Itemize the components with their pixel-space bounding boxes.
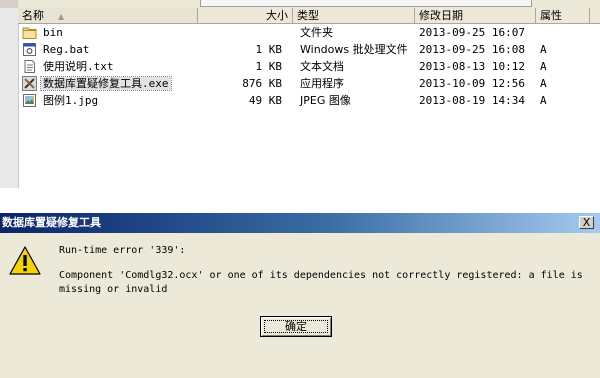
file-name: 使用说明.txt (43, 60, 114, 73)
column-header-modified[interactable]: 修改日期 (415, 8, 536, 23)
column-header-name[interactable]: 名称 ▲ (18, 8, 198, 23)
file-type: 文本文档 (300, 60, 344, 73)
file-modified: 2013-09-25 16:07 (419, 26, 525, 39)
ok-button-label: 确定 (285, 320, 307, 333)
file-attr: A (540, 94, 547, 107)
file-attr: A (540, 43, 547, 56)
file-size: 1 KB (255, 43, 283, 56)
dialog-title: 数据库置疑修复工具 (2, 216, 101, 229)
folder-icon (22, 27, 37, 39)
column-header-type[interactable]: 类型 (293, 8, 415, 23)
error-code-text: Run-time error '339': (59, 245, 186, 256)
file-row-repair-tool-exe[interactable]: 数据库置疑修复工具.exe 876 KB 应用程序 2013-10-09 12:… (18, 75, 600, 92)
file-name: Reg.bat (43, 43, 90, 56)
close-icon: X (582, 216, 591, 229)
error-dialog: 数据库置疑修复工具 X Run-time error '339': Compon… (0, 213, 600, 378)
address-bar-fragment (200, 0, 532, 7)
left-pane-edge (0, 8, 19, 188)
file-modified: 2013-08-13 10:12 (419, 60, 525, 73)
image-file-icon (23, 94, 36, 107)
text-file-icon (24, 60, 35, 73)
file-name-cell: 图例1.jpg (22, 92, 100, 109)
window-left-edge (0, 0, 18, 8)
ok-button[interactable]: 确定 (260, 316, 332, 337)
close-button[interactable]: X (579, 216, 594, 229)
file-row-readme-txt[interactable]: 使用说明.txt 1 KB 文本文档 2013-08-13 10:12 A (18, 58, 600, 75)
column-type-label: 类型 (297, 9, 319, 22)
file-name-cell: 数据库置疑修复工具.exe (22, 75, 172, 92)
column-header-attr[interactable]: 属性 (536, 8, 590, 23)
column-header: 名称 ▲ 大小 类型 修改日期 属性 (18, 8, 600, 24)
file-row-reg-bat[interactable]: Reg.bat 1 KB Windows 批处理文件 2013-09-25 16… (18, 41, 600, 58)
file-list-view: 名称 ▲ 大小 类型 修改日期 属性 bin 文件夹 2013-09-25 16… (0, 8, 600, 213)
file-name-cell: 使用说明.txt (22, 58, 116, 75)
dialog-titlebar[interactable]: 数据库置疑修复工具 X (0, 213, 600, 233)
error-detail-text: Component 'Comdlg32.ocx' or one of its d… (59, 270, 583, 295)
file-name: 图例1.jpg (43, 94, 99, 107)
file-row-image-jpg[interactable]: 图例1.jpg 49 KB JPEG 图像 2013-08-19 14:34 A (18, 92, 600, 109)
dialog-body: Run-time error '339': Component 'Comdlg3… (0, 233, 600, 378)
file-name-cell: Reg.bat (22, 41, 91, 58)
warning-icon (9, 246, 41, 275)
file-row-bin[interactable]: bin 文件夹 2013-09-25 16:07 (18, 24, 600, 41)
file-name-cell: bin (22, 24, 65, 41)
file-modified: 2013-10-09 12:56 (419, 77, 525, 90)
file-size: 49 KB (248, 94, 282, 107)
file-name: bin (43, 26, 63, 39)
file-size: 1 KB (255, 60, 283, 73)
tool-app-icon (22, 76, 37, 91)
column-modified-label: 修改日期 (419, 9, 463, 22)
file-type: JPEG 图像 (300, 94, 351, 107)
file-modified: 2013-09-25 16:08 (419, 43, 525, 56)
column-attr-label: 属性 (540, 9, 562, 22)
file-modified: 2013-08-19 14:34 (419, 94, 525, 107)
file-size: 876 KB (242, 77, 282, 90)
column-header-size[interactable]: 大小 (198, 8, 293, 23)
file-attr: A (540, 77, 547, 90)
file-attr: A (540, 60, 547, 73)
file-type: Windows 批处理文件 (300, 43, 408, 56)
column-size-label: 大小 (266, 9, 288, 22)
batch-file-icon (23, 43, 36, 56)
file-type: 应用程序 (300, 77, 344, 90)
file-name: 数据库置疑修复工具.exe (40, 76, 172, 91)
sort-ascending-icon: ▲ (58, 11, 65, 21)
column-name-label: 名称 (22, 9, 44, 22)
file-type: 文件夹 (300, 26, 333, 39)
